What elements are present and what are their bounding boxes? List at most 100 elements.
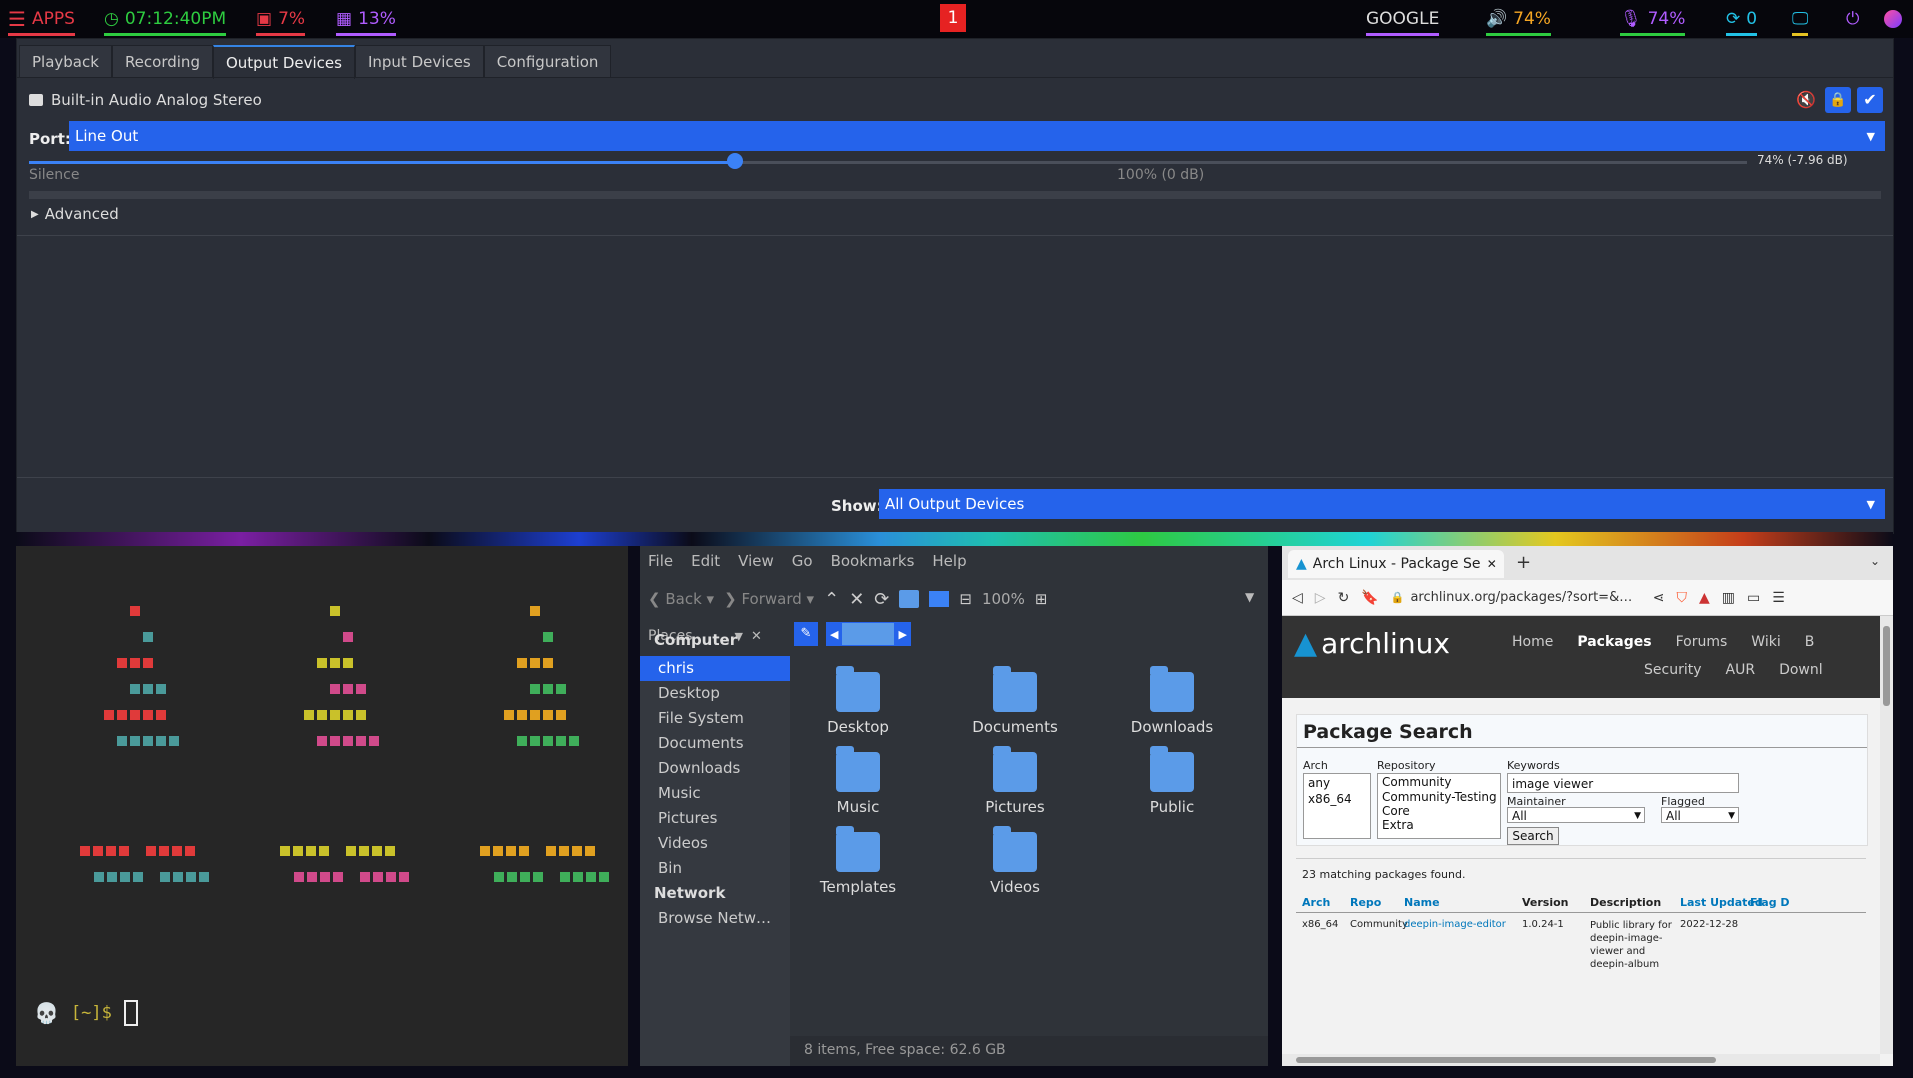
tab-recording[interactable]: Recording <box>111 45 213 78</box>
vertical-scrollbar[interactable] <box>1880 616 1893 1054</box>
repo-option[interactable]: Community <box>1378 774 1500 790</box>
lock-channels-button[interactable]: 🔒 <box>1825 87 1851 113</box>
menu-go[interactable]: Go <box>792 552 813 570</box>
menu-bookmarks[interactable]: Bookmarks <box>831 552 915 570</box>
tray-app-icon[interactable] <box>1884 10 1902 28</box>
volume-slider[interactable] <box>29 153 1747 169</box>
monitor-widget[interactable]: 🖵 <box>1792 6 1809 36</box>
rewards-icon[interactable]: ▲ <box>1699 590 1710 606</box>
folder-templates-icon[interactable] <box>836 826 880 872</box>
nav-aur[interactable]: AUR <box>1726 662 1756 678</box>
repo-option[interactable]: Extra <box>1378 818 1500 832</box>
chevron-left-icon[interactable]: ◀ <box>826 628 842 641</box>
nav-bugs[interactable]: B <box>1805 634 1815 650</box>
maintainer-select[interactable]: All ▼ <box>1507 807 1645 823</box>
home-icon[interactable] <box>899 590 920 608</box>
sidebar-item-pictures[interactable]: Pictures <box>640 806 790 831</box>
folder-pictures-icon[interactable] <box>993 746 1037 792</box>
sidebar-item-bin[interactable]: Bin <box>640 856 790 881</box>
updates-widget[interactable]: ⟳ 0 <box>1726 6 1758 36</box>
flagged-select[interactable]: All ▼ <box>1661 807 1739 823</box>
reload-icon[interactable]: ⟳ <box>874 589 889 610</box>
google-widget[interactable]: GOOGLE <box>1366 6 1440 36</box>
sidebar-item-documents[interactable]: Documents <box>640 731 790 756</box>
menu-help[interactable]: Help <box>932 552 966 570</box>
horizontal-scrollbar[interactable] <box>1282 1054 1880 1066</box>
tab-input-devices[interactable]: Input Devices <box>354 45 484 78</box>
chevron-right-icon[interactable]: ▶ <box>894 628 910 641</box>
apps-menu-button[interactable]: ☰ APPS <box>8 6 75 36</box>
nav-download[interactable]: Downl <box>1779 662 1823 678</box>
set-default-button[interactable]: ✔ <box>1857 87 1883 113</box>
sidebar-item-downloads[interactable]: Downloads <box>640 756 790 781</box>
arch-logo[interactable]: ▲ archlinux <box>1294 626 1450 661</box>
new-tab-icon[interactable]: + <box>1516 552 1531 573</box>
tab-playback[interactable]: Playback <box>19 45 112 78</box>
sidebar-item-desktop[interactable]: Desktop <box>640 681 790 706</box>
keywords-input[interactable]: image viewer <box>1507 773 1739 793</box>
address-bar[interactable]: 🔒 archlinux.org/packages/?sort=&… <box>1391 585 1641 611</box>
close-tab-icon[interactable]: ✕ <box>1487 557 1497 571</box>
back-button[interactable]: ❮ Back ▾ <box>648 590 714 608</box>
sidebar-item-music[interactable]: Music <box>640 781 790 806</box>
column-name[interactable]: Name <box>1404 896 1440 909</box>
mute-icon[interactable]: 🔇 <box>1793 87 1819 113</box>
menu-view[interactable]: View <box>738 552 774 570</box>
nav-security[interactable]: Security <box>1644 662 1702 678</box>
folder-music-icon[interactable] <box>836 746 880 792</box>
sidebar-item-videos[interactable]: Videos <box>640 831 790 856</box>
nav-home[interactable]: Home <box>1512 634 1553 650</box>
volume-knob[interactable] <box>727 153 743 169</box>
volume-widget[interactable]: 🔊 74% <box>1486 6 1551 36</box>
nav-packages[interactable]: Packages <box>1577 634 1651 650</box>
repo-option[interactable]: Community-Testing <box>1378 790 1500 804</box>
share-icon[interactable]: ⋖ <box>1653 590 1665 606</box>
wallet-icon[interactable]: ▭ <box>1747 590 1760 606</box>
workspace-indicator[interactable]: 1 <box>940 4 966 32</box>
reload-icon[interactable]: ↻ <box>1338 590 1350 606</box>
bookmark-icon[interactable]: 🔖 <box>1361 590 1378 606</box>
sidebar-toggle-icon[interactable]: ▥ <box>1722 590 1735 606</box>
port-select[interactable]: Line Out ▼ <box>69 121 1885 151</box>
menu-edit[interactable]: Edit <box>691 552 720 570</box>
chevron-down-icon[interactable]: ▼ <box>1245 590 1254 604</box>
folder-videos-icon[interactable] <box>993 826 1037 872</box>
mic-widget[interactable]: 🎙 74% <box>1620 6 1686 36</box>
column-flag-date[interactable]: Flag D <box>1750 896 1790 909</box>
tab-output-devices[interactable]: Output Devices <box>212 45 355 79</box>
folder-desktop-icon[interactable] <box>836 666 880 712</box>
scrollbar-thumb[interactable] <box>1296 1057 1716 1063</box>
tab-configuration[interactable]: Configuration <box>483 45 612 78</box>
zoom-out-icon[interactable]: ⊟ <box>959 590 972 608</box>
edit-path-icon[interactable]: ✎ <box>794 622 818 646</box>
advanced-expander[interactable]: ▶ Advanced <box>31 205 119 223</box>
column-arch[interactable]: Arch <box>1302 896 1330 909</box>
up-icon[interactable]: ⌃ <box>824 589 839 610</box>
browser-tab[interactable]: ▲ Arch Linux - Package Search ✕ <box>1288 550 1504 578</box>
show-select[interactable]: All Output Devices ▼ <box>879 489 1885 519</box>
nav-forums[interactable]: Forums <box>1676 634 1728 650</box>
chevron-down-icon[interactable]: ⌄ <box>1870 554 1880 568</box>
forward-button[interactable]: ❯ Forward ▾ <box>724 590 814 608</box>
folder-downloads-icon[interactable] <box>1150 666 1194 712</box>
scrollbar-thumb[interactable] <box>1883 626 1890 706</box>
forward-icon[interactable]: ▷ <box>1315 590 1326 606</box>
folder-documents-icon[interactable] <box>993 666 1037 712</box>
back-icon[interactable]: ◁ <box>1292 590 1303 606</box>
stop-icon[interactable]: ✕ <box>849 589 864 610</box>
search-button[interactable]: Search <box>1507 827 1559 845</box>
breadcrumb-home[interactable] <box>842 623 895 645</box>
repo-select[interactable]: Community Community-Testing Core Extra <box>1377 773 1501 839</box>
terminal-window[interactable]: 💀 [~]$ <box>16 546 628 1066</box>
cell-name-link[interactable]: deepin-image-editor <box>1404 919 1506 930</box>
computer-icon[interactable] <box>929 591 950 607</box>
power-button[interactable]: ⏻ <box>1846 6 1859 32</box>
brave-shield-icon[interactable]: ⛉ <box>1676 590 1687 606</box>
sidebar-item-file-system[interactable]: File System <box>640 706 790 731</box>
arch-option[interactable]: x86_64 <box>1304 792 1370 806</box>
zoom-in-icon[interactable]: ⊞ <box>1035 590 1048 608</box>
repo-option[interactable]: Core <box>1378 804 1500 818</box>
sidebar-item-chris[interactable]: chris <box>640 656 790 681</box>
folder-public-icon[interactable] <box>1150 746 1194 792</box>
menu-file[interactable]: File <box>648 552 673 570</box>
